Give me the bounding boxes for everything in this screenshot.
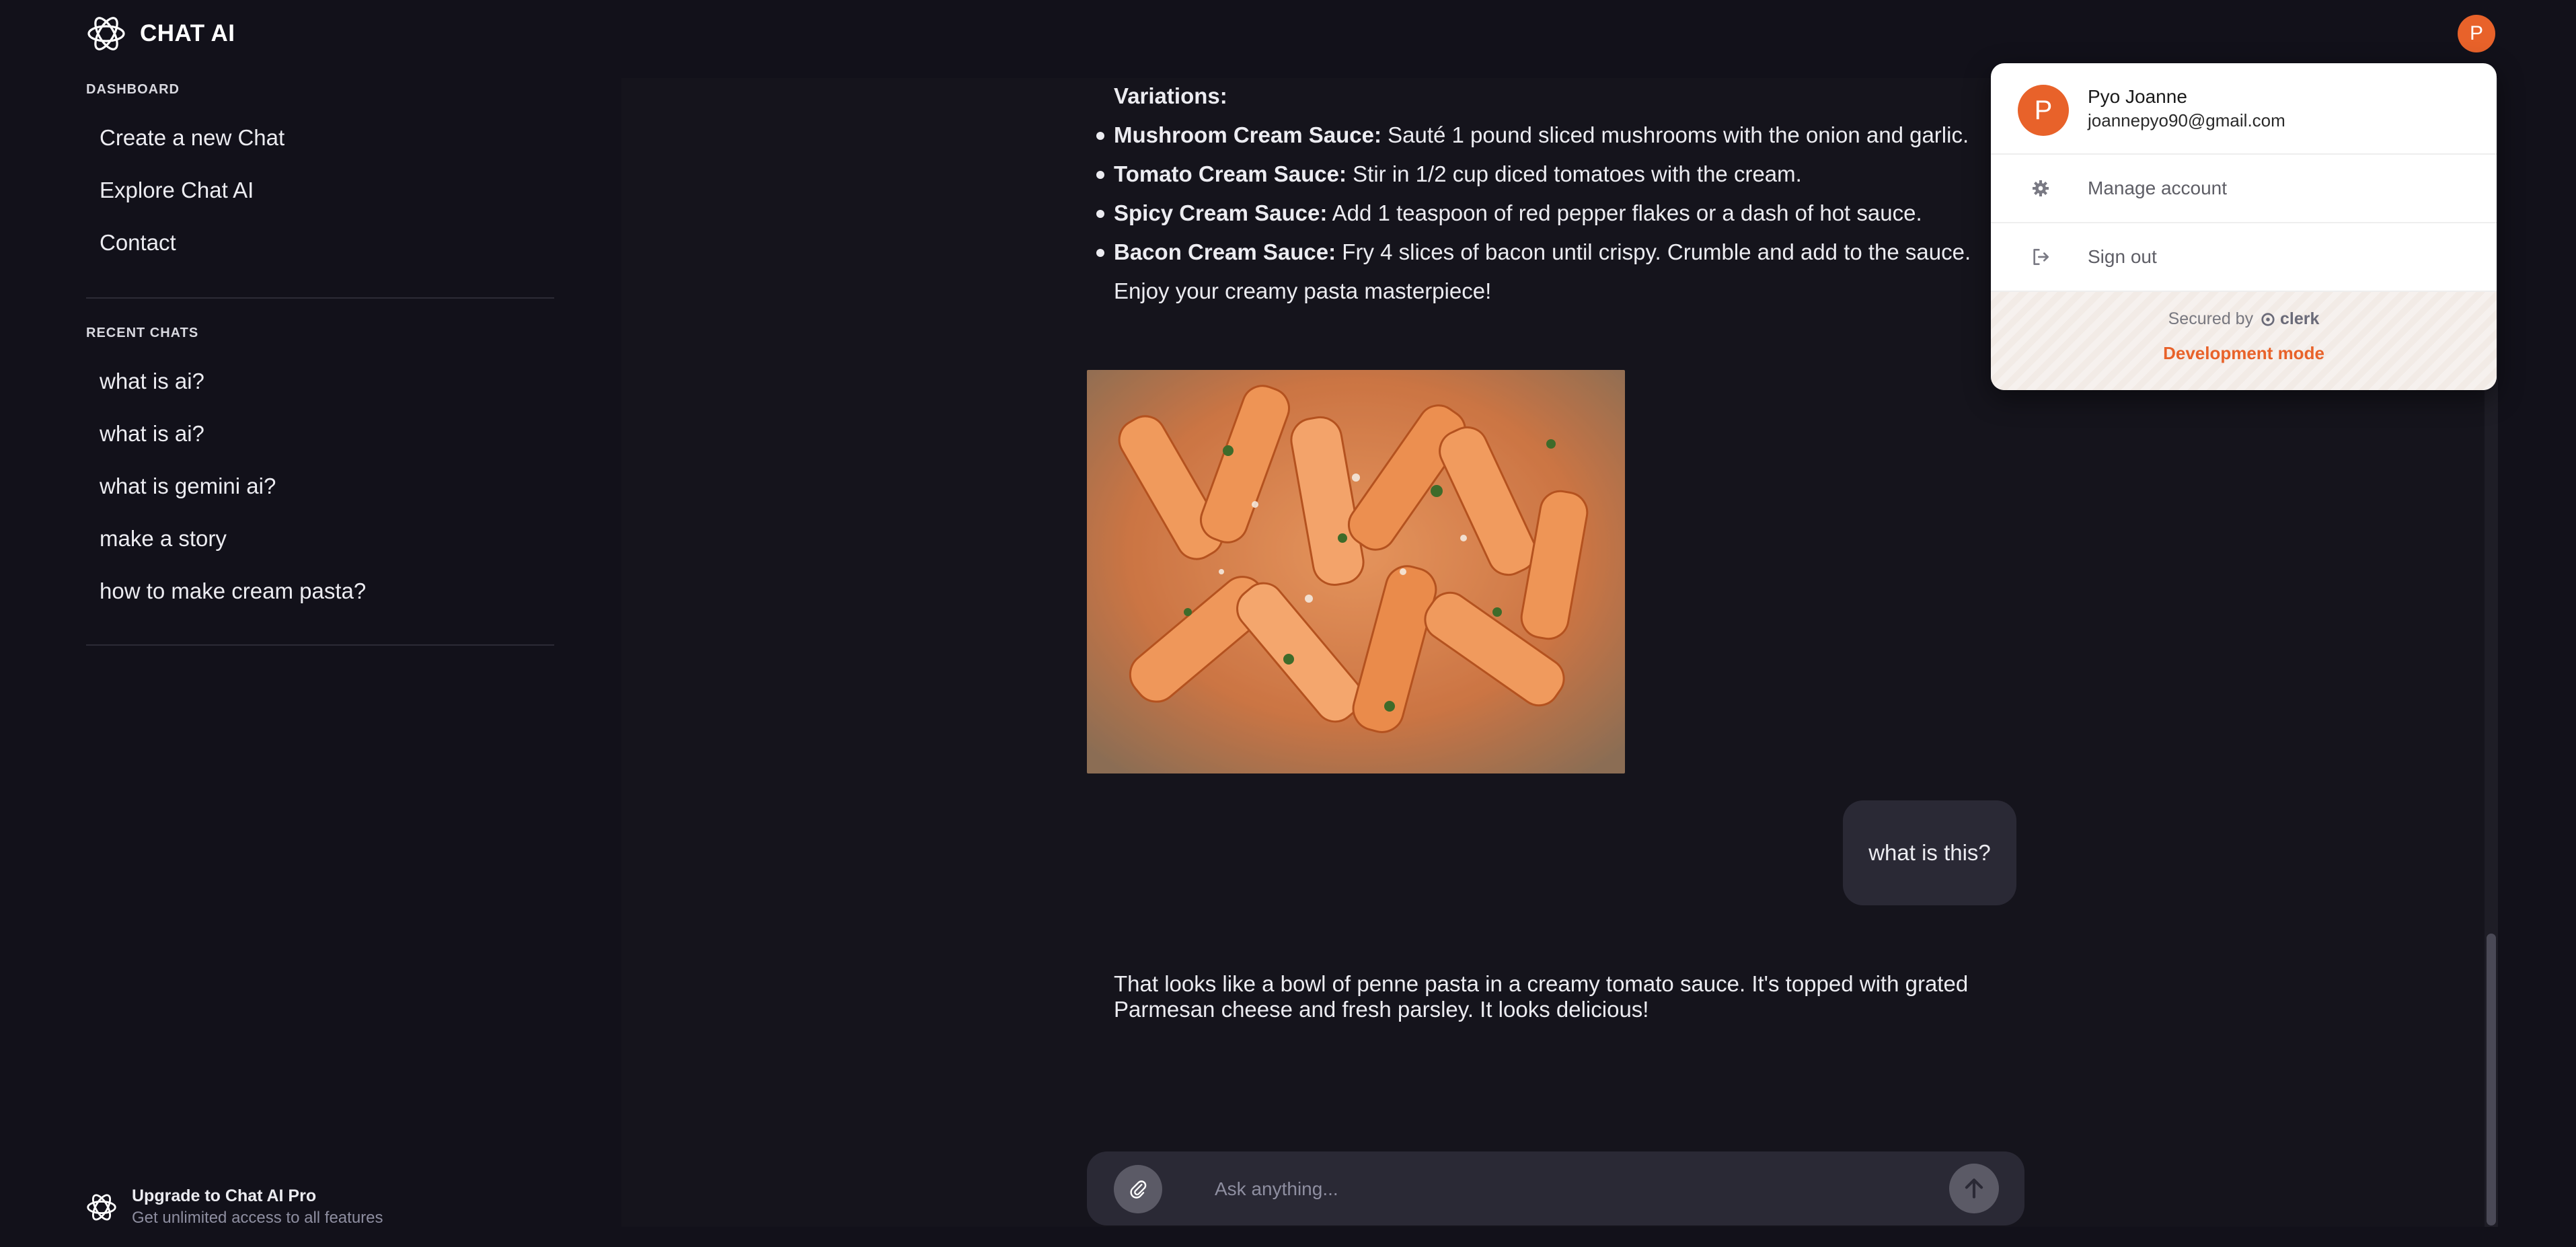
app-logo[interactable]: CHAT AI [85,12,235,55]
avatar: P [2018,85,2069,136]
popover-footer: Secured by clerk Development mode [1991,292,2497,390]
recent-chat-item[interactable]: what is ai? [100,369,204,394]
variation-name: Mushroom Cream Sauce: [1114,122,1381,147]
manage-account-label: Manage account [2088,178,2228,198]
gear-icon [2033,180,2049,196]
sign-out-icon [2033,249,2049,265]
arrow-up-icon [1965,1178,1983,1199]
sidebar-divider [86,297,554,299]
list-item: Spicy Cream Sauce: Add 1 teaspoon of red… [1096,194,1988,233]
upgrade-text: Upgrade to Chat AI Pro Get unlimited acc… [132,1186,383,1227]
list-item: Bacon Cream Sauce: Fry 4 slices of bacon… [1096,233,1988,272]
openai-logo-icon [87,17,125,50]
clerk-logo-icon [2261,313,2275,326]
ask-input[interactable] [1215,1170,1887,1208]
variation-text: Fry 4 slices of bacon until crispy. Crum… [1336,239,1971,264]
attach-button[interactable] [1114,1165,1162,1213]
recent-chat-item[interactable]: how to make cream pasta? [100,578,366,604]
chat-input-bar [1087,1151,2024,1225]
pasta-image [1087,370,1625,773]
recent-chat-item[interactable]: what is ai? [100,421,204,447]
sidebar: DASHBOARD Create a new Chat Explore Chat… [0,67,621,1247]
variation-name: Bacon Cream Sauce: [1114,239,1336,264]
sidebar-item-explore[interactable]: Explore Chat AI [100,178,254,203]
sign-out-button[interactable]: Sign out [1991,223,2497,292]
app-title: CHAT AI [140,20,235,46]
clerk-brand: clerk [2279,309,2320,328]
user-message-bubble: what is this? [1843,800,2016,905]
development-mode-label: Development mode [2163,343,2324,363]
secured-by-text: Secured by clerk [1991,309,2497,329]
user-avatar-button[interactable]: P [2458,15,2495,52]
account-user-info: P Pyo Joanne joannepyo90@gmail.com [1991,63,2497,155]
dashboard-section-label: DASHBOARD [86,82,180,97]
recent-chat-item[interactable]: make a story [100,526,227,552]
openai-logo-icon [87,1193,116,1221]
account-name: Pyo Joanne [2088,86,2187,107]
list-item: Tomato Cream Sauce: Stir in 1/2 cup dice… [1096,155,1988,194]
upgrade-subtitle: Get unlimited access to all features [132,1209,383,1227]
sidebar-item-contact[interactable]: Contact [100,230,176,256]
assistant-message-recipe: Variations: Mushroom Cream Sauce: Sauté … [1096,77,1988,311]
variation-name: Tomato Cream Sauce: [1114,161,1347,186]
variation-text: Add 1 teaspoon of red pepper flakes or a… [1327,200,1922,225]
sidebar-item-new-chat[interactable]: Create a new Chat [100,125,285,151]
account-email: joannepyo90@gmail.com [2088,110,2285,130]
chat-scrollbar-thumb[interactable] [2487,934,2496,1225]
recent-chat-item[interactable]: what is gemini ai? [100,474,276,499]
list-item: Mushroom Cream Sauce: Sauté 1 pound slic… [1096,116,1988,155]
variation-text: Stir in 1/2 cup diced tomatoes with the … [1346,161,1802,186]
top-header: CHAT AI P [0,0,2576,67]
send-button[interactable] [1949,1164,1999,1213]
upgrade-title: Upgrade to Chat AI Pro [132,1186,317,1205]
recipe-closing: Enjoy your creamy pasta masterpiece! [1114,278,1492,303]
assistant-message-reply: That looks like a bowl of penne pasta in… [1114,971,1969,1022]
sign-out-label: Sign out [2088,246,2157,267]
recent-chats-label: RECENT CHATS [86,326,199,340]
variation-text: Sauté 1 pound sliced mushrooms with the … [1381,122,1969,147]
upgrade-pro-link[interactable]: Upgrade to Chat AI Pro Get unlimited acc… [85,1186,383,1227]
paperclip-icon [1130,1180,1147,1199]
variation-name: Spicy Cream Sauce: [1114,200,1328,225]
account-popover: P Pyo Joanne joannepyo90@gmail.com Manag… [1991,63,2497,390]
secured-by-label: Secured by [2168,309,2254,328]
manage-account-button[interactable]: Manage account [1991,155,2497,223]
sidebar-divider [86,644,554,646]
variations-list: Mushroom Cream Sauce: Sauté 1 pound slic… [1096,116,1988,272]
variations-heading: Variations: [1114,83,1227,108]
